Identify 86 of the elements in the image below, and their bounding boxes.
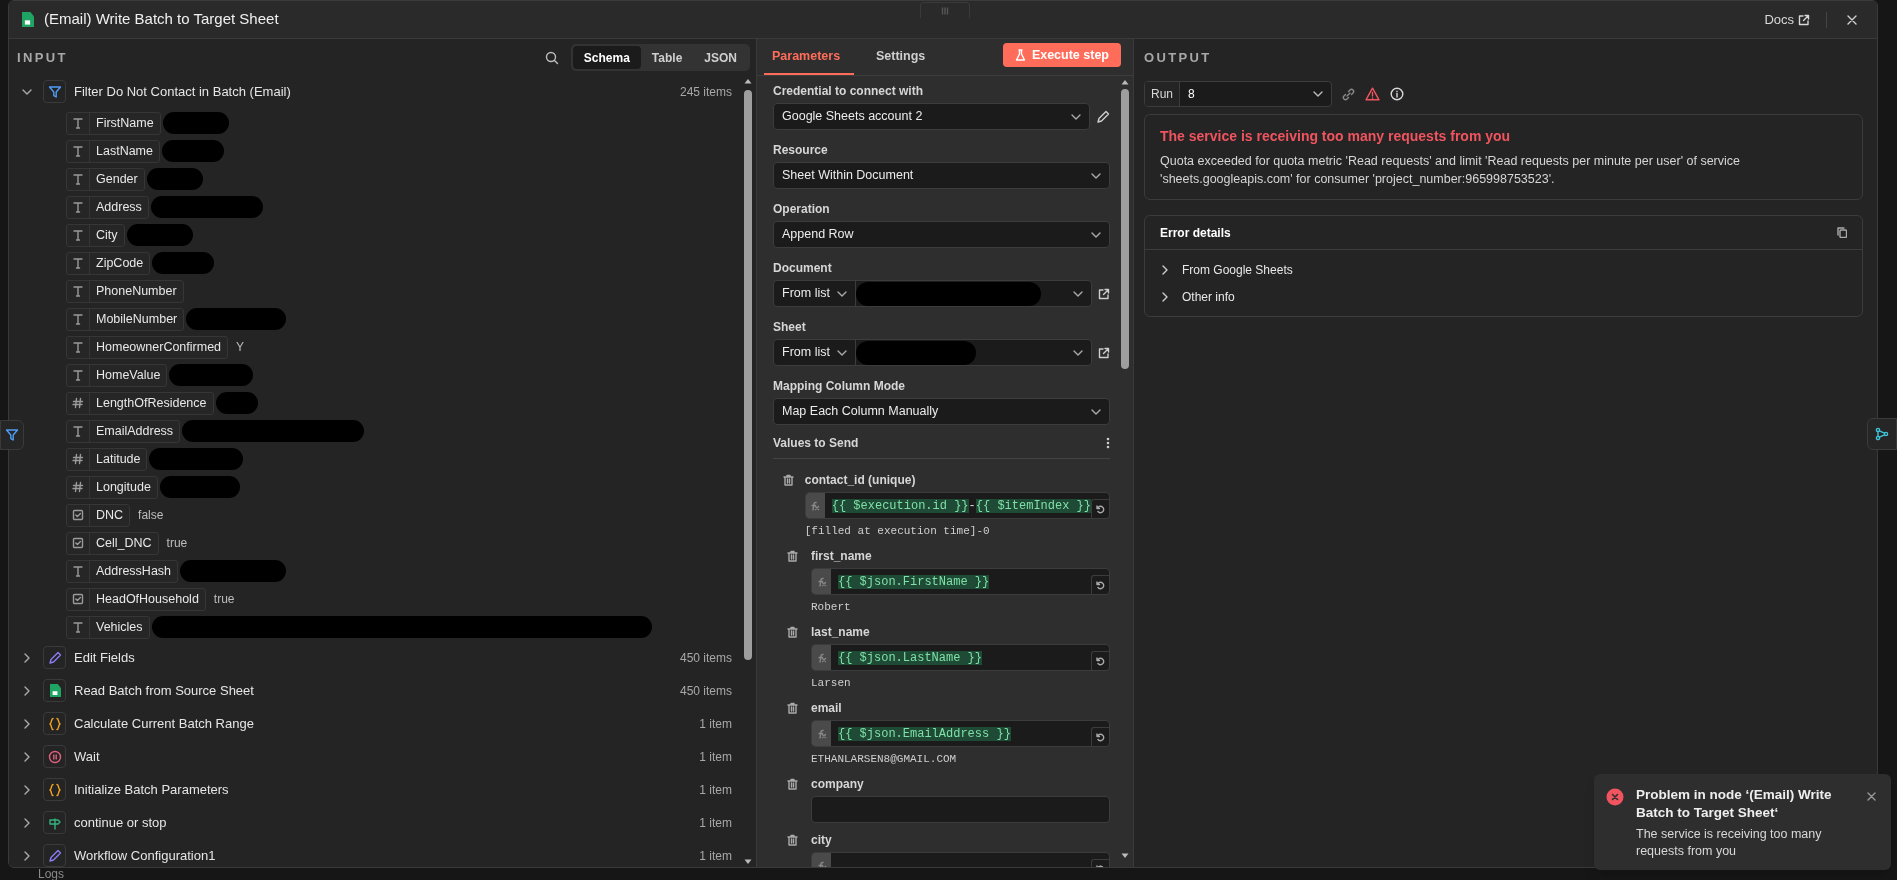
schema-field-chip[interactable]: HeadOfHousehold — [66, 587, 206, 611]
expression-text: {{ $json.LastName }} — [838, 649, 983, 667]
panel-heading: INPUT — [17, 48, 68, 67]
panel-heading: OUTPUT — [1144, 48, 1212, 67]
run-select[interactable]: Run 8 — [1144, 81, 1332, 107]
section-heading: Values to Send — [773, 435, 859, 452]
view-tab[interactable]: Table — [640, 46, 694, 69]
view-tab[interactable]: JSON — [693, 46, 748, 69]
parameters-tab[interactable]: Parameters — [764, 39, 854, 75]
schema-field-chip[interactable]: ZipCode — [66, 251, 151, 275]
field-value: false — [138, 507, 164, 524]
item-count: 450 items — [679, 649, 732, 667]
expression-text: {{ $json.EmailAddress }} — [838, 725, 1011, 743]
schema-field-chip[interactable]: LengthOfResidence — [66, 391, 214, 415]
expression-field[interactable]: {{ $json.EmailAddress }} — [811, 720, 1110, 747]
error-title: The service is receiving too many requests from you — [1160, 127, 1512, 146]
field-value: true — [166, 535, 188, 552]
field-label: contact_id (unique) — [804, 472, 917, 487]
field-label: Credential to connect with — [773, 83, 924, 98]
select-field[interactable]: Google Sheets account 2 — [773, 103, 1090, 130]
schema-field-chip[interactable]: Latitude — [66, 447, 148, 471]
schema-field-chip[interactable]: HomeownerConfirmed — [66, 335, 229, 359]
expression-text: {{ $execution.id }}-{{ $itemIndex }} — [831, 497, 1091, 515]
field-label: Operation — [773, 201, 831, 216]
schema-field-chip[interactable]: DNC — [66, 503, 131, 527]
item-count: 450 items — [679, 682, 732, 700]
details-item[interactable]: Other info — [1145, 283, 1862, 310]
error-message: Quota exceeded for quota metric 'Read requests' and limit 'Read requests per minute per user' of service 'sheets.googleapis.com' for consumer 'project_number:965998753523'. — [1160, 153, 1741, 188]
details-item[interactable]: From Google Sheets — [1145, 256, 1862, 283]
field-label: city — [811, 832, 833, 847]
field-label: Mapping Column Mode — [773, 378, 906, 393]
expression-field[interactable]: {{ $execution.id }}-{{ $itemIndex }} — [804, 492, 1110, 519]
schema-field-chip[interactable]: PhoneNumber — [66, 279, 184, 303]
field-label: email — [811, 700, 843, 715]
expression-field[interactable]: {{ $json.LastName }} — [811, 644, 1110, 671]
node-name[interactable]: Filter Do Not Contact in Batch (Email) — [74, 81, 680, 102]
schema-field-chip[interactable]: LastName — [66, 139, 160, 163]
expression-preview: Robert — [811, 600, 852, 615]
field-label: Document — [773, 260, 833, 275]
schema-field-chip[interactable]: HomeValue — [66, 363, 168, 387]
field-label: first_name — [811, 548, 873, 563]
select-field[interactable]: Map Each Column Manually — [773, 398, 1110, 425]
item-count: 1 item — [699, 781, 732, 799]
schema-field-chip[interactable]: Cell_DNC — [66, 531, 159, 555]
field-value: Y — [236, 339, 245, 356]
field-value: true — [213, 591, 235, 608]
field-label: Resource — [773, 142, 829, 157]
expression-text: {{ $json.FirstName }} — [838, 573, 990, 591]
node-name[interactable]: Read Batch from Source Sheet — [74, 680, 680, 701]
item-count: 1 item — [699, 715, 732, 733]
logs-label[interactable]: Logs — [0, 868, 1897, 880]
schema-field-chip[interactable]: AddressHash — [66, 559, 179, 583]
toast-title: Problem in node ‘(Email) Write Batch to Target Sheet‘ — [1636, 786, 1833, 822]
item-count: 1 item — [699, 847, 732, 865]
item-count: 245 items — [679, 83, 732, 101]
expression-preview: ETHANLARSEN8@GMAIL.COM — [811, 752, 958, 767]
docs-link[interactable]: Docs — [1764, 9, 1810, 30]
schema-field-chip[interactable]: City — [66, 223, 125, 247]
schema-field-chip[interactable]: FirstName — [66, 111, 161, 135]
window-title: (Email) Write Batch to Target Sheet — [44, 9, 279, 30]
node-name[interactable]: Initialize Batch Parameters — [74, 779, 700, 800]
schema-field-chip[interactable]: MobileNumber — [66, 307, 185, 331]
schema-field-chip[interactable]: Vehicles — [66, 615, 150, 639]
select-field[interactable]: Sheet Within Document — [773, 162, 1110, 189]
node-name[interactable]: Workflow Configuration1 — [74, 845, 700, 866]
schema-field-chip[interactable]: EmailAddress — [66, 419, 181, 443]
card-title: Error details — [1160, 224, 1231, 242]
parameters-tab[interactable]: Settings — [868, 39, 934, 75]
expression-field[interactable]: {{ $json.FirstName }} — [811, 568, 1110, 595]
toast-message: The service is receiving too many requests from you — [1636, 826, 1823, 860]
field-label: company — [811, 776, 865, 791]
node-name[interactable]: Wait — [74, 746, 700, 767]
item-count: 1 item — [699, 814, 732, 832]
field-label: last_name — [811, 624, 871, 639]
field-label: Sheet — [773, 319, 807, 334]
expression-preview: Larsen — [811, 676, 852, 691]
expression-preview: [filled at execution time]-0 — [804, 524, 991, 539]
schema-field-chip[interactable]: Address — [66, 195, 149, 219]
item-count: 1 item — [699, 748, 732, 766]
select-field[interactable]: Append Row — [773, 221, 1110, 248]
node-name[interactable]: Edit Fields — [74, 647, 680, 668]
schema-field-chip[interactable]: Longitude — [66, 475, 158, 499]
view-tab[interactable]: Schema — [572, 46, 641, 69]
node-name[interactable]: Calculate Current Batch Range — [74, 713, 700, 734]
schema-field-chip[interactable]: Gender — [66, 167, 145, 191]
node-name[interactable]: continue or stop — [74, 812, 700, 833]
